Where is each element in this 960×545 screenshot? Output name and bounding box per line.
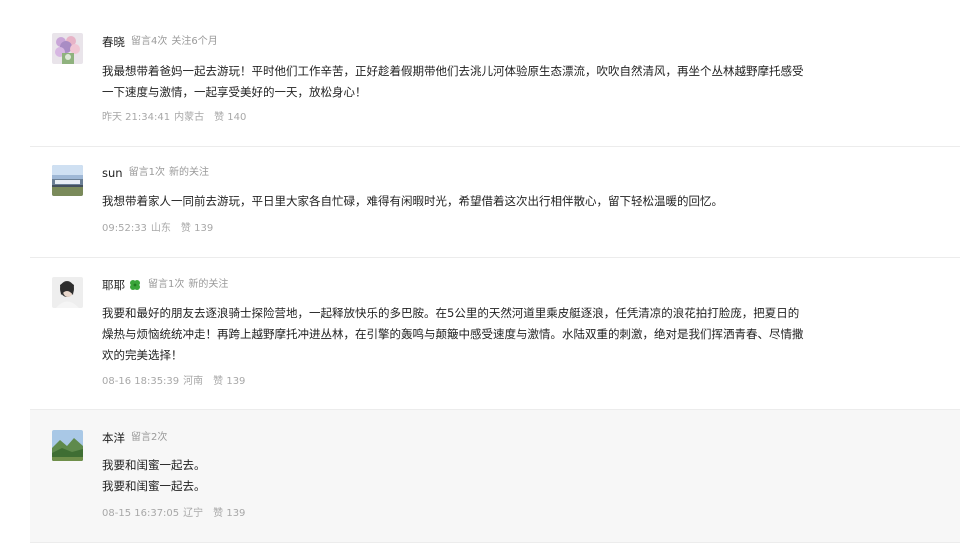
comment-text-line: 欢的完美选择！ xyxy=(102,348,183,362)
author-name[interactable]: sun xyxy=(102,166,123,180)
comment-footer: 昨天 21:34:41 内蒙古赞 140 xyxy=(102,111,250,125)
comment-footer: 09:52:33 山东赞 139 xyxy=(102,222,217,236)
comment-text: 我要和最好的朋友去逐浪骑士探险营地，一起释放快乐的多巴胺。在5公里的天然河道里乘… xyxy=(102,303,922,366)
comment-footer: 08-16 18:35:39 河南赞 139 xyxy=(102,375,249,389)
comment-meta: 春晓 留言4次 关注6个月 xyxy=(102,34,218,50)
mountain-landscape-avatar-icon xyxy=(52,430,83,461)
comment-text-line: 我想带着家人一同前去游玩，平日里大家各自忙碌，难得有闲暇时光，希望借着这次出行相… xyxy=(102,194,723,208)
author-name[interactable]: 本洋 xyxy=(102,431,125,445)
comment-text: 我想带着家人一同前去游玩，平日里大家各自忙碌，难得有闲暇时光，希望借着这次出行相… xyxy=(102,191,922,212)
comment-meta: 本洋 留言2次 xyxy=(102,430,167,446)
comment-region: 山东 xyxy=(150,223,171,234)
like-button[interactable]: 赞 139 xyxy=(213,376,245,387)
comment-region: 河南 xyxy=(183,376,204,387)
avatar[interactable] xyxy=(52,430,83,461)
comment-item: sun 留言1次 新的关注 我想带着家人一同前去游玩，平日里大家各自忙碌，难得有闲暇… xyxy=(30,147,960,258)
comment-item: 耶耶 留言1次 新的关注 我要和最好的朋友去逐浪骑士探险营地，一起释放快乐的多巴胺。… xyxy=(30,258,960,410)
comment-count: 留言1次 xyxy=(128,167,165,178)
comment-text-line: 我要和闺蜜一起去。 xyxy=(102,458,206,472)
avatar[interactable] xyxy=(52,33,83,64)
comment-count: 留言2次 xyxy=(131,432,168,443)
author-name[interactable]: 春晓 xyxy=(102,35,125,49)
comment-text: 我最想带着爸妈一起去游玩！平时他们工作辛苦，正好趁着假期带他们去洮儿河体验原生态… xyxy=(102,61,922,103)
avatar[interactable] xyxy=(52,165,83,196)
comment-list: 春晓 留言4次 关注6个月 我最想带着爸妈一起去游玩！平时他们工作辛苦，正好趁着假期… xyxy=(0,0,960,545)
follow-status: 新的关注 xyxy=(188,279,229,290)
author-name[interactable]: 耶耶 xyxy=(102,278,125,292)
comment-item: 春晓 留言4次 关注6个月 我最想带着爸妈一起去游玩！平时他们工作辛苦，正好趁着假期… xyxy=(30,0,960,147)
four-leaf-clover-icon xyxy=(128,278,142,292)
comment-time: 08-16 18:35:39 xyxy=(102,376,180,387)
comment-region: 内蒙古 xyxy=(174,112,205,123)
comment-item: 本洋 留言2次 我要和闺蜜一起去。 我要和闺蜜一起去。 08-15 16:37:0… xyxy=(30,410,960,543)
comment-text-line: 一下速度与激情，一起享受美好的一天，放松身心！ xyxy=(102,85,367,99)
portrait-avatar-icon xyxy=(52,277,83,308)
comment-meta: sun 留言1次 新的关注 xyxy=(102,165,209,181)
comment-text-line: 我要和闺蜜一起去。 xyxy=(102,479,206,493)
follow-duration: 关注6个月 xyxy=(171,36,218,47)
like-button[interactable]: 赞 139 xyxy=(181,223,213,234)
comment-text-line: 我最想带着爸妈一起去游玩！平时他们工作辛苦，正好趁着假期带他们去洮儿河体验原生态… xyxy=(102,64,804,78)
comment-time: 08-15 16:37:05 xyxy=(102,508,180,519)
comment-time: 09:52:33 xyxy=(102,223,147,234)
flower-bouquet-avatar-icon xyxy=(52,33,83,64)
like-button[interactable]: 赞 139 xyxy=(213,508,245,519)
like-button[interactable]: 赞 140 xyxy=(214,112,246,123)
comment-text-line: 燥热与烦恼统统冲走！再跨上越野摩托冲进丛林，在引擎的轰鸣与颠簸中感受速度与激情。… xyxy=(102,327,804,341)
comment-region: 辽宁 xyxy=(183,508,204,519)
comment-count: 留言4次 xyxy=(131,36,168,47)
comment-time: 昨天 21:34:41 xyxy=(102,112,171,123)
comment-text: 我要和闺蜜一起去。 我要和闺蜜一起去。 xyxy=(102,455,922,497)
comment-meta: 耶耶 留言1次 新的关注 xyxy=(102,277,228,293)
avatar[interactable] xyxy=(52,277,83,308)
comment-footer: 08-15 16:37:05 辽宁赞 139 xyxy=(102,507,249,521)
train-landscape-avatar-icon xyxy=(52,165,83,196)
follow-status: 新的关注 xyxy=(168,167,209,178)
comment-text-line: 我要和最好的朋友去逐浪骑士探险营地，一起释放快乐的多巴胺。在5公里的天然河道里乘… xyxy=(102,306,800,320)
comment-count: 留言1次 xyxy=(148,279,185,290)
